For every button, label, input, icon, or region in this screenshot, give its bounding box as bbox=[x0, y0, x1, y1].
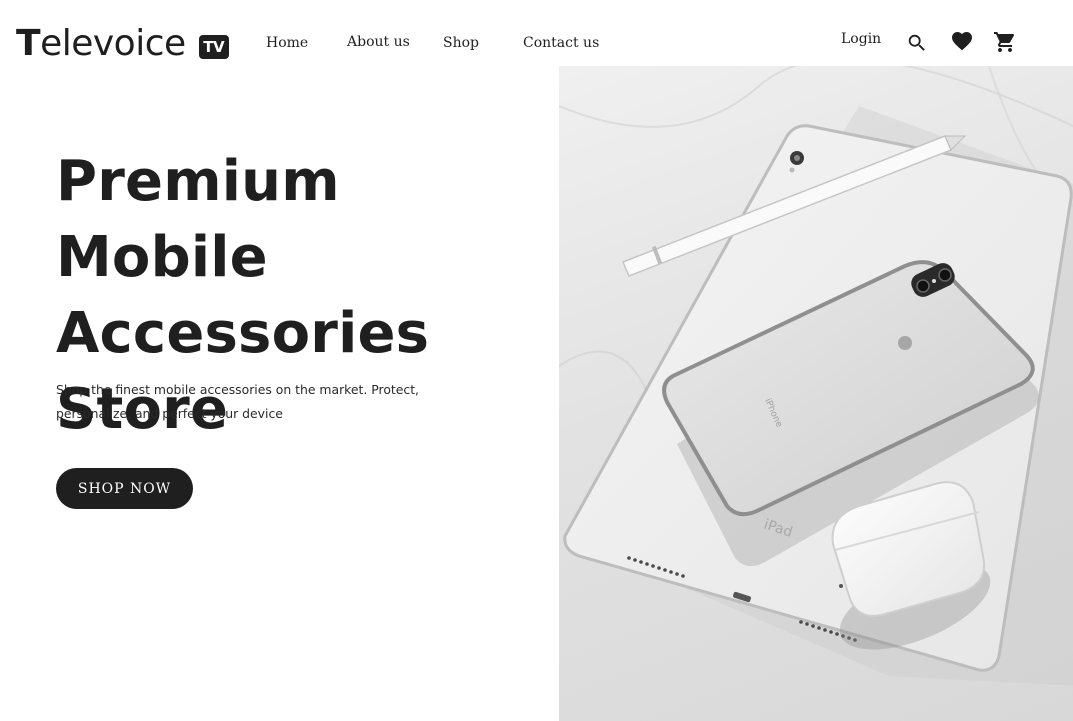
shop-now-button[interactable]: SHOP NOW bbox=[56, 468, 193, 509]
cart-icon[interactable] bbox=[993, 30, 1017, 54]
heart-icon[interactable] bbox=[950, 29, 974, 53]
nav-home[interactable]: Home bbox=[266, 35, 308, 51]
brand-logo[interactable]: Televoice TV bbox=[16, 26, 229, 62]
brand-initial: T bbox=[16, 23, 41, 64]
nav-shop[interactable]: Shop bbox=[443, 35, 479, 51]
brand-name-rest: elevoice bbox=[40, 23, 186, 64]
brand-badge: TV bbox=[198, 35, 229, 59]
page: Televoice TV Home About us Shop Contact … bbox=[0, 0, 1073, 721]
nav-contact[interactable]: Contact us bbox=[523, 35, 599, 51]
search-icon[interactable] bbox=[906, 32, 928, 54]
brand-wordmark: Televoice bbox=[16, 26, 186, 62]
nav-about[interactable]: About us bbox=[347, 34, 410, 50]
hero-subtitle: Shop the finest mobile accessories on th… bbox=[56, 382, 420, 421]
hero-product-image: iPad iPhone bbox=[559, 66, 1073, 721]
login-link[interactable]: Login bbox=[841, 31, 881, 47]
product-illustration: iPad iPhone bbox=[559, 66, 1073, 686]
